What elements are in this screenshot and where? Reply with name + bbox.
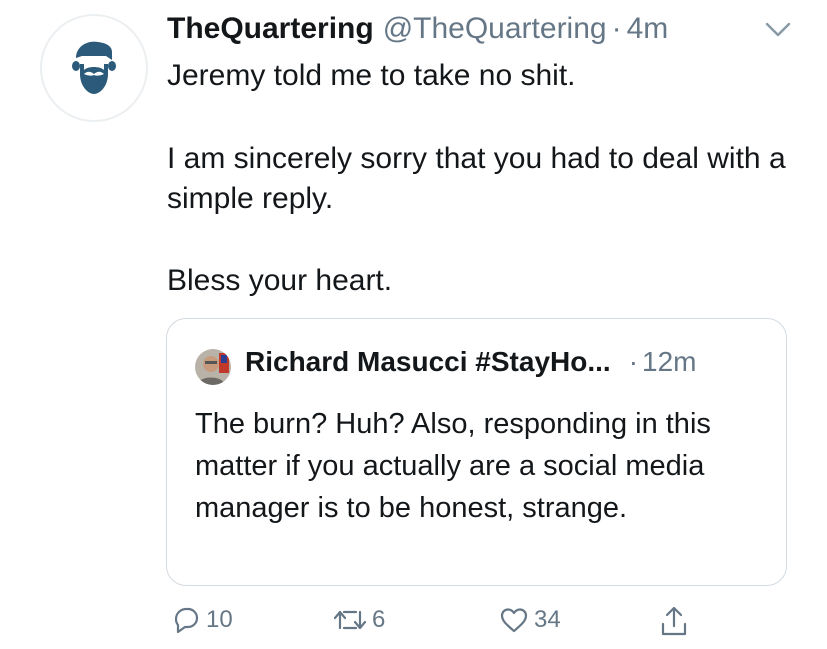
tweet-header: TheQuartering @TheQuartering · 4m <box>167 12 668 52</box>
tweet-text-paragraph: Jeremy told me to take no shit. <box>167 59 576 92</box>
heart-icon <box>500 608 528 633</box>
timestamp[interactable]: 4m <box>627 12 669 46</box>
like-count: 34 <box>534 606 561 633</box>
quoted-timestamp: 12m <box>642 346 697 377</box>
reply-count: 10 <box>206 606 233 633</box>
reply-button[interactable]: 10 <box>170 604 233 636</box>
tweet-text-paragraph: Bless your heart. <box>167 264 393 297</box>
separator-dot: · <box>611 12 622 45</box>
user-handle[interactable]: @TheQuartering <box>383 12 607 46</box>
display-name[interactable]: TheQuartering <box>167 12 374 46</box>
like-button[interactable]: 34 <box>498 604 561 636</box>
retweet-count: 6 <box>372 606 386 633</box>
bearded-man-logo-icon <box>72 41 116 94</box>
person-photo-icon <box>195 349 231 385</box>
separator-dot: · <box>628 346 639 377</box>
chevron-down-icon[interactable] <box>763 18 793 42</box>
quoted-tweet-card[interactable]: Richard Masucci #StayHo... · 12m The bur… <box>166 318 787 586</box>
share-icon <box>661 606 687 636</box>
quoted-user-avatar[interactable] <box>195 349 231 385</box>
retweet-icon <box>333 610 367 630</box>
tweet-actions-bar: 10 6 34 <box>0 600 827 644</box>
profile-avatar[interactable] <box>40 14 148 122</box>
tweet[interactable]: TheQuartering @TheQuartering · 4m Jeremy… <box>0 0 827 649</box>
retweet-button[interactable]: 6 <box>332 604 385 636</box>
share-button[interactable] <box>658 604 690 638</box>
quoted-display-name[interactable]: Richard Masucci #StayHo... <box>245 346 611 378</box>
quoted-tweet-header: Richard Masucci #StayHo... · 12m <box>245 346 696 378</box>
quoted-tweet-text: The burn? Huh? Also, responding in this … <box>195 408 711 524</box>
reply-icon <box>174 607 199 634</box>
tweet-text-paragraph: I am sincerely sorry that you had to dea… <box>167 142 786 215</box>
